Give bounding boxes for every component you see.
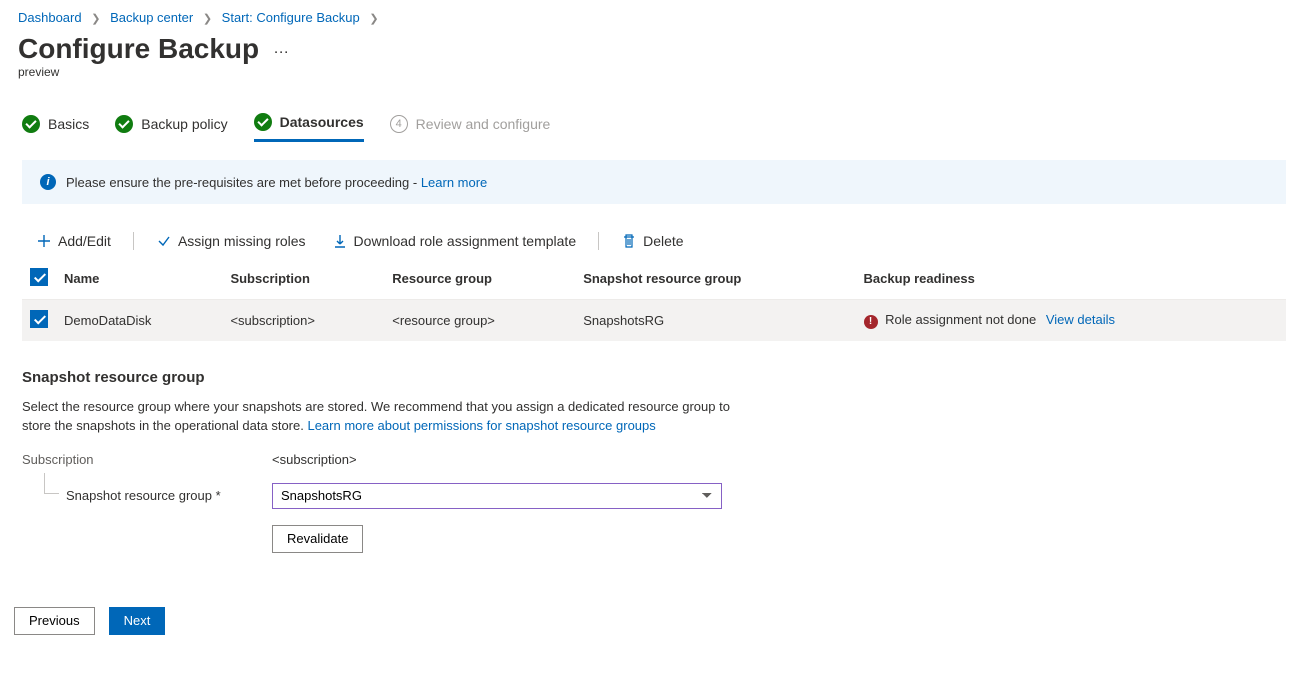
step-review: 4 Review and configure xyxy=(390,115,551,141)
error-icon: ! xyxy=(864,315,878,329)
check-icon xyxy=(115,115,133,133)
divider xyxy=(598,232,599,250)
trash-icon xyxy=(621,233,637,249)
col-resource-group[interactable]: Resource group xyxy=(384,258,575,300)
cell-resource-group: <resource group> xyxy=(384,300,575,342)
page-subtitle: preview xyxy=(0,65,1308,95)
step-label: Backup policy xyxy=(141,116,227,132)
snapshot-section: Snapshot resource group Select the resou… xyxy=(22,369,1286,553)
more-icon[interactable]: … xyxy=(273,40,290,58)
check-icon xyxy=(22,115,40,133)
breadcrumb-backup-center[interactable]: Backup center xyxy=(110,10,193,25)
snapshot-rg-select[interactable]: SnapshotsRG xyxy=(272,483,722,509)
col-snapshot-rg[interactable]: Snapshot resource group xyxy=(575,258,855,300)
chevron-right-icon: ❯ xyxy=(85,13,106,25)
add-edit-button[interactable]: Add/Edit xyxy=(28,233,119,249)
readiness-text: Role assignment not done xyxy=(885,312,1036,327)
step-backup-policy[interactable]: Backup policy xyxy=(115,115,227,141)
check-icon xyxy=(156,233,172,249)
toolbar-label: Download role assignment template xyxy=(354,233,577,249)
chevron-right-icon: ❯ xyxy=(363,13,384,25)
cell-subscription: <subscription> xyxy=(222,300,384,342)
wizard-footer: Previous Next xyxy=(0,593,1308,649)
permissions-learn-more-link[interactable]: Learn more about permissions for snapsho… xyxy=(307,418,655,433)
select-all-checkbox[interactable] xyxy=(30,268,48,286)
snapshot-rg-label: Snapshot resource group * xyxy=(66,488,272,503)
delete-button[interactable]: Delete xyxy=(613,233,691,249)
col-name[interactable]: Name xyxy=(56,258,222,300)
prereq-banner: i Please ensure the pre-requisites are m… xyxy=(22,160,1286,204)
cell-name: DemoDataDisk xyxy=(56,300,222,342)
view-details-link[interactable]: View details xyxy=(1046,312,1115,327)
table-header-row: Name Subscription Resource group Snapsho… xyxy=(22,258,1286,300)
breadcrumb-start-configure[interactable]: Start: Configure Backup xyxy=(222,10,360,25)
step-label: Basics xyxy=(48,116,89,132)
row-checkbox[interactable] xyxy=(30,310,48,328)
plus-icon xyxy=(36,233,52,249)
datasource-toolbar: Add/Edit Assign missing roles Download r… xyxy=(22,224,1286,258)
check-icon xyxy=(254,113,272,131)
cell-snapshot-rg: SnapshotsRG xyxy=(575,300,855,342)
step-label: Datasources xyxy=(280,114,364,130)
revalidate-button[interactable]: Revalidate xyxy=(272,525,363,553)
chevron-right-icon: ❯ xyxy=(197,13,218,25)
download-template-button[interactable]: Download role assignment template xyxy=(324,233,585,249)
assign-roles-button[interactable]: Assign missing roles xyxy=(148,233,314,249)
banner-text: Please ensure the pre-requisites are met… xyxy=(66,175,421,190)
table-row[interactable]: DemoDataDisk <subscription> <resource gr… xyxy=(22,300,1286,342)
step-number-icon: 4 xyxy=(390,115,408,133)
step-datasources[interactable]: Datasources xyxy=(254,113,364,142)
section-heading: Snapshot resource group xyxy=(22,369,1286,386)
col-backup-readiness[interactable]: Backup readiness xyxy=(856,258,1286,300)
subscription-label: Subscription xyxy=(22,452,272,467)
subscription-value: <subscription> xyxy=(272,452,357,467)
toolbar-label: Delete xyxy=(643,233,683,249)
cell-readiness: ! Role assignment not done View details xyxy=(856,300,1286,342)
download-icon xyxy=(332,233,348,249)
toolbar-label: Add/Edit xyxy=(58,233,111,249)
step-label: Review and configure xyxy=(416,116,551,132)
datasource-table: Name Subscription Resource group Snapsho… xyxy=(22,258,1286,341)
info-icon: i xyxy=(40,174,56,190)
step-basics[interactable]: Basics xyxy=(22,115,89,141)
learn-more-link[interactable]: Learn more xyxy=(421,175,487,190)
previous-button[interactable]: Previous xyxy=(14,607,95,635)
breadcrumb-dashboard[interactable]: Dashboard xyxy=(18,10,82,25)
page-title: Configure Backup xyxy=(18,33,259,65)
breadcrumb: Dashboard ❯ Backup center ❯ Start: Confi… xyxy=(0,0,1308,29)
toolbar-label: Assign missing roles xyxy=(178,233,306,249)
next-button[interactable]: Next xyxy=(109,607,166,635)
wizard-stepper: Basics Backup policy Datasources 4 Revie… xyxy=(0,95,1308,142)
divider xyxy=(133,232,134,250)
col-subscription[interactable]: Subscription xyxy=(222,258,384,300)
